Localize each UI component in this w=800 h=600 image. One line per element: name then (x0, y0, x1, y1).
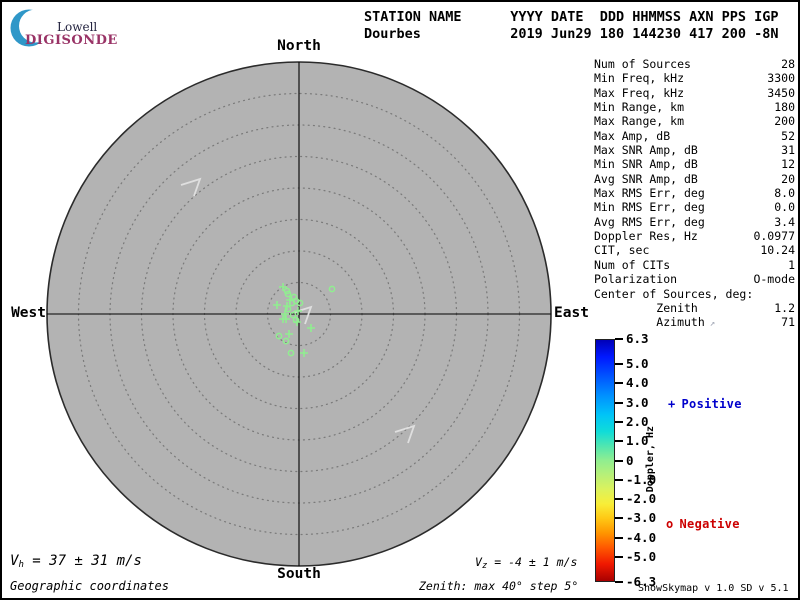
statistics-row: Center of Sources, deg: (594, 287, 795, 301)
colorbar-tick-mark (615, 401, 623, 404)
statistic-label: Avg RMS Err, deg (594, 214, 705, 229)
horizontal-velocity-readout: Vh = 37 ± 31 m/s (10, 553, 142, 570)
statistic-label: Max Freq, kHz (594, 85, 685, 100)
statistic-label: Center of Sources, deg: (594, 286, 754, 301)
legend-negative: o Negative (666, 517, 740, 531)
statistic-label: Min Range, km (594, 100, 685, 115)
legend-positive-label: Positive (681, 397, 742, 411)
statistics-row: Avg RMS Err, deg 3.4 (594, 215, 795, 229)
statistic-label: Doppler Res, Hz (594, 229, 698, 244)
statistic-value: O-mode (753, 272, 795, 287)
statistic-label: Max Range, km (594, 114, 685, 129)
statistic-value: 10.24 (760, 243, 795, 258)
legend-negative-label: Negative (679, 517, 740, 531)
compass-label-north: North (277, 38, 321, 54)
colorbar-tick-mark (615, 498, 623, 501)
compass-label-south: South (277, 566, 321, 582)
statistic-label: Min RMS Err, deg (594, 200, 705, 215)
statistics-row: CIT, sec 10.24 (594, 243, 795, 257)
statistic-value: 52 (781, 128, 795, 143)
statistic-value: 28 (781, 57, 795, 71)
colorbar-tick-mark (615, 536, 623, 539)
statistics-row: Doppler Res, Hz 0.0977 (594, 229, 795, 243)
colorbar-tick-label: -3.0 (626, 510, 657, 526)
statistic-label: Num of Sources (594, 57, 691, 71)
coordinate-system-note: Geographic coordinates (10, 579, 169, 593)
colorbar-tick-mark (615, 555, 623, 558)
statistics-row: Min Range, km 180 (594, 100, 795, 114)
doppler-axis-title: Doppler, Hz (645, 426, 656, 493)
vertical-velocity-readout: Vz = -4 ± 1 m/s (475, 555, 578, 571)
positive-marker-icon: + (668, 397, 676, 411)
statistics-row: Min SNR Amp, dB 12 (594, 157, 795, 171)
doppler-colorbar (595, 339, 615, 582)
azimuth-direction-icon: ↗ (709, 319, 716, 330)
colorbar-tick-mark (615, 440, 623, 443)
statistic-value: 180 (774, 100, 795, 115)
statistic-value: 1 (788, 257, 795, 272)
colorbar-tick-mark (615, 478, 623, 481)
app-version-text: ShowSkymap v 1.0 SD v 5.1 (638, 583, 789, 594)
statistic-label: Avg SNR Amp, dB (594, 171, 698, 186)
statistic-label: Max Amp, dB (594, 128, 671, 143)
compass-label-east: East (554, 305, 589, 321)
colorbar-tick-mark (615, 363, 623, 366)
colorbar-tick-mark (615, 382, 623, 385)
statistics-row: Max RMS Err, deg 8.0 (594, 186, 795, 200)
statistics-row: Num of Sources 28 (594, 57, 795, 71)
colorbar-tick-mark (615, 420, 623, 423)
colorbar-tick-label: 5.0 (626, 356, 649, 372)
statistic-label: Min SNR Amp, dB (594, 157, 698, 172)
statistics-row: Max Freq, kHz 3450 (594, 86, 795, 100)
statistics-row: Max Amp, dB 52 (594, 129, 795, 143)
colorbar-tick-label: 0 (626, 452, 634, 468)
statistic-value: 31 (781, 143, 795, 158)
statistics-row: Min Freq, kHz 3300 (594, 71, 795, 85)
statistics-row: Max SNR Amp, dB 31 (594, 143, 795, 157)
zenith-range-note: Zenith: max 40° step 5° (419, 579, 579, 593)
statistic-label: Max RMS Err, deg (594, 186, 705, 201)
compass-label-west: West (11, 305, 46, 321)
statistics-row: Max Range, km 200 (594, 114, 795, 128)
colorbar-tick-label: -2.0 (626, 491, 657, 507)
colorbar-tick-mark (615, 581, 623, 583)
statistic-label: Azimuth (594, 315, 705, 330)
colorbar-tick-label: -5.0 (626, 548, 657, 564)
statistics-row: Azimuth ↗ 71 (594, 315, 795, 331)
statistics-row: Min RMS Err, deg 0.0 (594, 200, 795, 214)
statistic-value: 200 (774, 114, 795, 129)
legend-positive: + Positive (668, 397, 742, 411)
statistic-value: 8.0 (774, 186, 795, 201)
colorbar-tick-label: 4.0 (626, 375, 649, 391)
statistic-label: Max SNR Amp, dB (594, 143, 698, 158)
statistics-row: Polarization O-mode (594, 272, 795, 286)
statistics-row: Num of CITs 1 (594, 258, 795, 272)
statistic-value: 0.0977 (753, 229, 795, 244)
statistic-value: 12 (781, 157, 795, 172)
showskymap-window: Lowell DIGISONDE STATION NAME YYYY DATE … (0, 0, 800, 600)
statistic-value: 0.0 (774, 200, 795, 215)
statistic-value: 1.2 (774, 300, 795, 315)
colorbar-tick-mark (615, 338, 623, 340)
statistic-value: 71 (781, 315, 795, 330)
statistic-label: Zenith (594, 300, 698, 315)
colorbar-tick-mark (615, 459, 623, 462)
statistic-label: Min Freq, kHz (594, 71, 685, 86)
statistic-value: 20 (781, 171, 795, 186)
colorbar-tick-label: 6.3 (626, 331, 649, 346)
statistic-label: Num of CITs (594, 257, 671, 272)
negative-marker-icon: o (666, 517, 674, 531)
colorbar-tick-mark (615, 517, 623, 520)
colorbar-tick-label: -4.0 (626, 529, 657, 545)
statistic-value: 3.4 (774, 214, 795, 229)
statistics-row: Avg SNR Amp, dB 20 (594, 172, 795, 186)
statistics-row: Zenith 1.2 (594, 301, 795, 315)
statistics-panel: Num of Sources 28 Min Freq, kHz 3300 Max… (594, 57, 795, 332)
statistic-value: 3450 (767, 85, 795, 100)
colorbar-tick-label: 3.0 (626, 394, 649, 410)
statistic-label: Polarization (594, 272, 678, 287)
statistic-value: 3300 (767, 71, 795, 86)
statistic-label: CIT, sec (594, 243, 650, 258)
